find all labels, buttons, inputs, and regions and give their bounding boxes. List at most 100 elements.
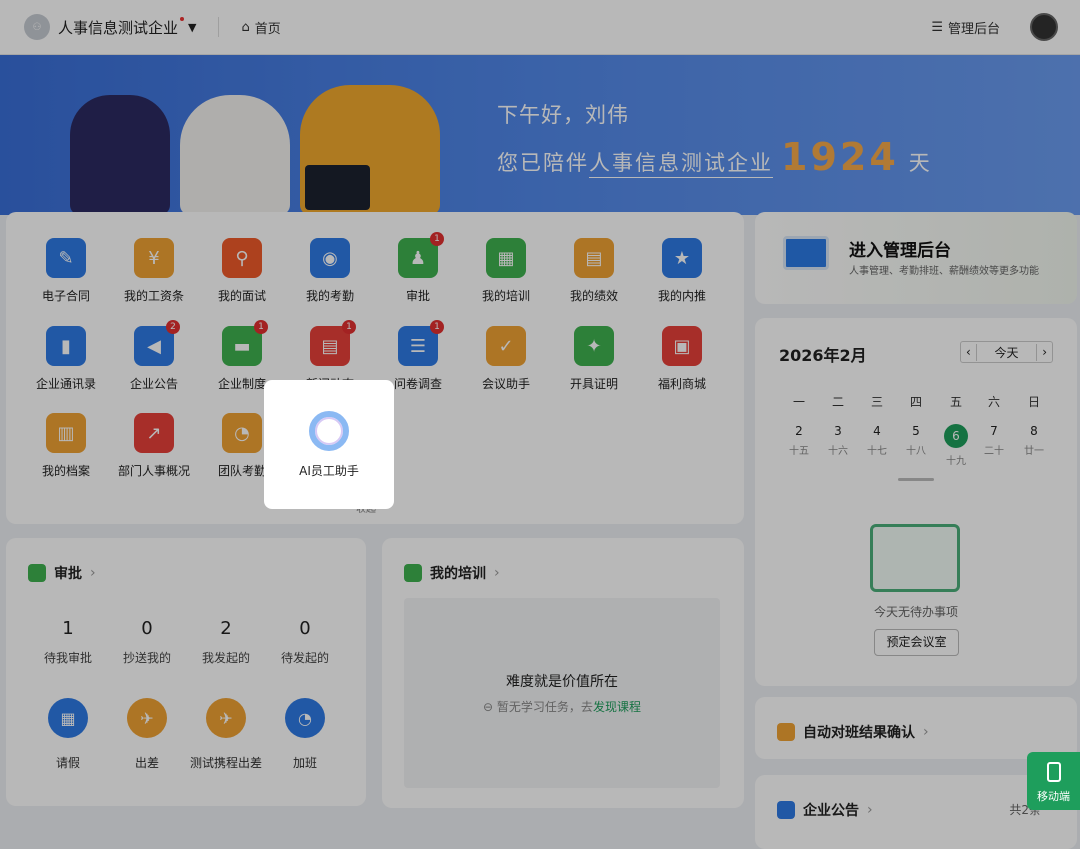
admin-entry-title: 进入管理后台 [849, 241, 951, 261]
app-icon: ⚲ [222, 238, 262, 278]
today-button[interactable]: 今天 [975, 343, 1038, 361]
day-number: 2 [795, 424, 803, 438]
app-label: 我的培训 [481, 289, 530, 303]
shift-icon [777, 723, 795, 741]
prev-month-button[interactable]: ‹ [961, 345, 976, 359]
action-icon: ✈ [206, 698, 246, 738]
action-label: 测试携程出差 [189, 756, 262, 770]
calendar-month: 2026年2月 [779, 346, 867, 365]
training-header[interactable]: 我的培训 › [404, 563, 500, 583]
stat-label: 待我审批 [43, 651, 92, 665]
calendar-day[interactable]: 2 十五 [784, 424, 814, 457]
app-item[interactable]: ★ 我的内推 [638, 238, 726, 304]
app-item[interactable]: ▮ 企业通讯录 [22, 326, 110, 392]
app-icon: ☰ 1 [398, 320, 444, 366]
notice-icon [777, 801, 795, 819]
home-icon: ⌂ [241, 19, 250, 35]
avatar[interactable] [1030, 13, 1058, 41]
app-item[interactable]: ▥ 我的档案 [22, 413, 110, 479]
app-item[interactable]: ◉ 我的考勤 [286, 238, 374, 304]
approval-stat[interactable]: 0 抄送我的 [107, 618, 187, 666]
ai-assistant-popup[interactable]: AI员工助手 [264, 380, 394, 509]
company-switcher[interactable]: 人事信息测试企业 [58, 16, 185, 38]
chevron-right-icon: › [90, 565, 96, 581]
discover-courses-link[interactable]: 发现课程 [593, 700, 641, 714]
app-item[interactable]: ▣ 福利商城 [638, 326, 726, 392]
calendar-day[interactable]: 8 廿一 [1019, 424, 1049, 457]
app-item[interactable]: ◀ 2 企业公告 [110, 320, 198, 392]
home-link[interactable]: ⌂ 首页 [241, 18, 280, 37]
calendar-day[interactable]: 5 十八 [901, 424, 931, 457]
app-label: 我的考勤 [305, 289, 354, 303]
approval-action[interactable]: ▦ 请假 [28, 698, 108, 771]
calendar-nav: ‹ 今天 › [960, 341, 1053, 363]
phone-icon [1046, 762, 1061, 782]
badge-count: 2 [166, 320, 180, 334]
ai-assistant-label: AI员工助手 [299, 464, 359, 478]
stat-value: 0 [299, 618, 311, 639]
lunar-date: 十六 [828, 446, 848, 457]
approval-action[interactable]: ✈ 出差 [107, 698, 187, 771]
admin-entry-card[interactable]: 进入管理后台 人事管理、考勤排班、薪酬绩效等更多功能 [755, 212, 1077, 304]
caret-down-icon[interactable]: ▼ [188, 21, 196, 34]
badge-count: 1 [254, 320, 268, 334]
app-icon: ▮ [46, 326, 86, 366]
admin-link[interactable]: ☰ 管理后台 [931, 18, 1000, 37]
training-card: 我的培训 › 难度就是价值所在 ⊖ 暂无学习任务，去发现课程 [382, 538, 744, 808]
approval-action[interactable]: ◔ 加班 [265, 698, 345, 771]
book-meeting-room-button[interactable]: 预定会议室 [874, 629, 959, 656]
next-month-button[interactable]: › [1037, 345, 1052, 359]
illustration-laptop [305, 165, 370, 210]
approval-action[interactable]: ✈ 测试携程出差 [186, 698, 266, 771]
illustration-person [180, 95, 290, 215]
app-icon: ▦ [486, 238, 526, 278]
app-item[interactable]: ✦ 开具证明 [550, 326, 638, 392]
stat-value: 0 [141, 618, 153, 639]
calendar-day[interactable]: 6 十九 [941, 424, 971, 467]
app-icon: ▣ [662, 326, 702, 366]
training-motto: 难度就是价值所在 [506, 674, 618, 690]
training-icon [404, 564, 422, 582]
app-label: 我的档案 [41, 464, 90, 478]
approval-header[interactable]: 审批 › [28, 563, 96, 583]
calendar-day[interactable]: 3 十六 [823, 424, 853, 457]
greeting: 下午好，刘伟 [497, 103, 629, 127]
approval-title: 审批 [54, 566, 82, 582]
shift-confirm-card: 自动对班结果确认 › [755, 697, 1077, 759]
app-item[interactable]: ✎ 电子合同 [22, 238, 110, 304]
notice-header[interactable]: 企业公告 › [777, 800, 873, 820]
company-logo[interactable]: ⚇ [24, 14, 50, 40]
days-count: 1924 [781, 135, 899, 179]
approval-stat[interactable]: 2 我发起的 [186, 618, 266, 666]
expand-handle[interactable] [898, 478, 934, 481]
app-item[interactable]: ✓ 会议助手 [462, 326, 550, 392]
app-item[interactable]: ▦ 我的培训 [462, 238, 550, 304]
app-item[interactable]: ¥ 我的工资条 [110, 238, 198, 304]
divider [218, 17, 220, 37]
app-icon: ▥ [46, 413, 86, 453]
app-item[interactable]: ♟ 1 审批 [374, 232, 462, 304]
approval-stat[interactable]: 1 待我审批 [28, 618, 108, 666]
accompany-days: 您已陪伴 人事信息测试企业 1924 天 [497, 135, 932, 179]
day-number: 8 [1030, 424, 1038, 438]
app-icon: ◉ [310, 238, 350, 278]
accompany-prefix: 您已陪伴 [497, 151, 589, 175]
badge-count: 1 [430, 320, 444, 334]
shift-header[interactable]: 自动对班结果确认 › [777, 722, 929, 742]
calendar-day[interactable]: 7 二十 [979, 424, 1009, 457]
lunar-date: 十九 [946, 456, 966, 467]
approval-stat[interactable]: 0 待发起的 [265, 618, 345, 666]
action-icon: ✈ [127, 698, 167, 738]
training-empty-box: 难度就是价值所在 ⊖ 暂无学习任务，去发现课程 [404, 598, 720, 788]
app-item[interactable]: ⚲ 我的面试 [198, 238, 286, 304]
weekday-header: 五 [949, 395, 962, 409]
action-label: 请假 [55, 756, 80, 770]
mobile-button[interactable]: 移动端 [1027, 752, 1080, 810]
stat-value: 2 [220, 618, 232, 639]
app-item[interactable]: ↗ 部门人事概况 [110, 413, 198, 479]
action-label: 加班 [292, 756, 317, 770]
mobile-label: 移动端 [1037, 790, 1070, 803]
empty-todo-illustration [870, 524, 960, 592]
calendar-day[interactable]: 4 十七 [862, 424, 892, 457]
app-item[interactable]: ▤ 我的绩效 [550, 238, 638, 304]
